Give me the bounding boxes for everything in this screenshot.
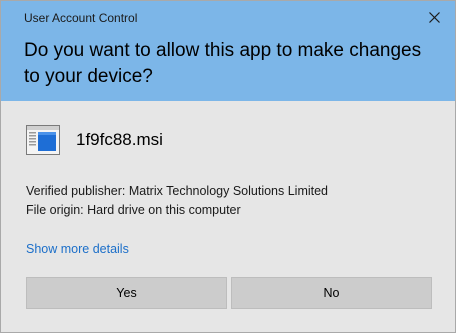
yes-button[interactable]: Yes	[26, 277, 227, 309]
installer-window-icon	[26, 125, 60, 155]
origin-line: File origin: Hard drive on this computer	[26, 203, 241, 217]
publisher-info: Verified publisher: Matrix Technology So…	[26, 182, 328, 220]
app-info-row: 1f9fc88.msi	[26, 125, 426, 157]
window-title: User Account Control	[24, 11, 138, 25]
prompt-question: Do you want to allow this app to make ch…	[24, 40, 422, 87]
uac-dialog: User Account Control Do you want to allo…	[0, 0, 456, 333]
publisher-line: Verified publisher: Matrix Technology So…	[26, 184, 329, 198]
show-more-details-link[interactable]: Show more details	[26, 240, 129, 258]
dialog-header: User Account Control Do you want to allo…	[1, 1, 455, 101]
close-icon	[429, 12, 440, 23]
no-button[interactable]: No	[231, 277, 432, 309]
app-file-name: 1f9fc88.msi	[76, 130, 163, 149]
close-button[interactable]	[417, 2, 453, 32]
